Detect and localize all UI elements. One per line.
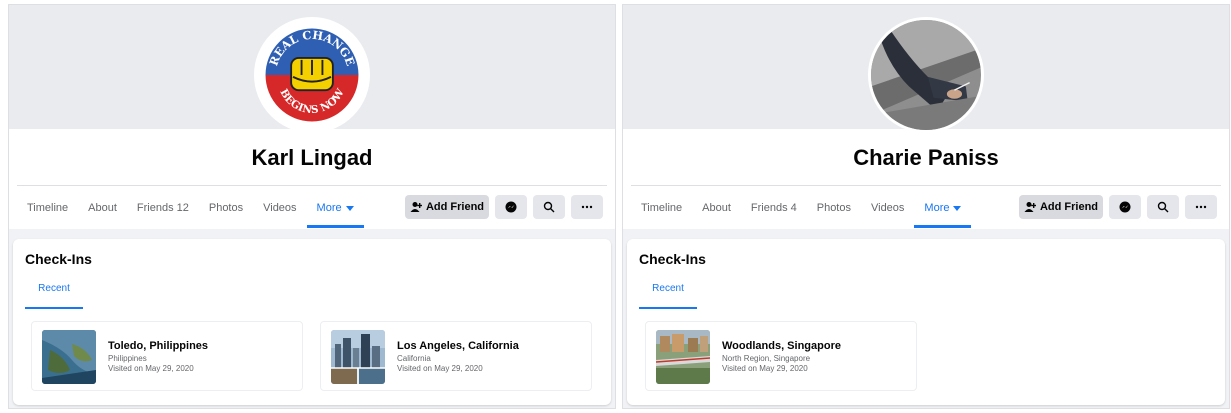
tab-recent[interactable]: Recent — [639, 275, 697, 309]
city-collage-photo-icon — [331, 330, 385, 384]
checkin-region: North Region, Singapore — [722, 354, 811, 363]
checkin-card[interactable]: Toledo, Philippines Philippines Visited … — [31, 321, 303, 391]
aerial-coast-photo-icon — [42, 330, 96, 384]
tab-friends[interactable]: Friends 4 — [741, 189, 807, 227]
messenger-button[interactable] — [495, 195, 527, 219]
more-options-button[interactable] — [1185, 195, 1217, 219]
add-friend-icon — [410, 202, 422, 212]
profile-actions: Add Friend — [405, 195, 603, 219]
tab-videos[interactable]: Videos — [253, 189, 306, 227]
train-city-photo-icon — [656, 330, 710, 384]
profile-panel-right: Charie Paniss Timeline About Friends 4 Ph… — [622, 4, 1230, 409]
checkins-section: Check-Ins Recent Woodlands, Singapore No… — [627, 239, 1225, 405]
messenger-icon — [1119, 201, 1131, 213]
tab-photos[interactable]: Photos — [807, 189, 861, 227]
add-friend-button[interactable]: Add Friend — [405, 195, 489, 219]
checkin-region: California — [397, 354, 431, 363]
profile-tabs: Timeline About Friends 4 Photos Videos Mo… — [631, 189, 972, 228]
caret-down-icon — [345, 205, 354, 211]
profile-avatar[interactable] — [868, 17, 984, 133]
add-friend-label: Add Friend — [1039, 201, 1099, 213]
search-icon — [543, 201, 555, 213]
tab-more[interactable]: More — [914, 189, 972, 228]
checkins-title: Check-Ins — [639, 251, 706, 267]
tab-videos[interactable]: Videos — [861, 189, 914, 227]
add-friend-label: Add Friend — [425, 201, 485, 213]
tab-about[interactable]: About — [692, 189, 741, 227]
messenger-button[interactable] — [1109, 195, 1141, 219]
tab-friends[interactable]: Friends 12 — [127, 189, 199, 227]
checkins-title: Check-Ins — [25, 251, 92, 267]
search-button[interactable] — [1147, 195, 1179, 219]
nav-divider — [17, 185, 607, 186]
tab-recent[interactable]: Recent — [25, 275, 83, 309]
checkin-title: Woodlands, Singapore — [722, 340, 841, 352]
tab-about[interactable]: About — [78, 189, 127, 227]
friends-count: 4 — [790, 202, 797, 214]
messenger-icon — [505, 201, 517, 213]
tab-timeline[interactable]: Timeline — [17, 189, 78, 227]
real-change-logo-icon: REAL CHANGE BEGINS NOW — [257, 20, 367, 130]
checkin-visited: Visited on May 29, 2020 — [108, 364, 194, 373]
checkins-section: Check-Ins Recent Toledo, Philippines Phi… — [13, 239, 611, 405]
checkin-visited: Visited on May 29, 2020 — [722, 364, 808, 373]
caret-down-icon — [953, 205, 962, 211]
profile-tabs: Timeline About Friends 12 Photos Videos M… — [17, 189, 364, 228]
search-icon — [1157, 201, 1169, 213]
profile-name: Karl Lingad — [251, 145, 373, 170]
checkin-card[interactable]: Los Angeles, California California Visit… — [320, 321, 592, 391]
nav-divider — [631, 185, 1221, 186]
add-friend-button[interactable]: Add Friend — [1019, 195, 1103, 219]
tab-more[interactable]: More — [306, 189, 364, 228]
ellipsis-icon — [1195, 205, 1207, 209]
checkin-title: Los Angeles, California — [397, 340, 519, 352]
ellipsis-icon — [581, 205, 593, 209]
profile-panel-left: REAL CHANGE BEGINS NOW Karl Lingad Timel… — [8, 4, 616, 409]
profile-name: Charie Paniss — [853, 145, 999, 170]
checkin-card[interactable]: Woodlands, Singapore North Region, Singa… — [645, 321, 917, 391]
person-sitting-photo-icon — [871, 20, 981, 130]
profile-actions: Add Friend — [1019, 195, 1217, 219]
more-options-button[interactable] — [571, 195, 603, 219]
search-button[interactable] — [533, 195, 565, 219]
checkin-title: Toledo, Philippines — [108, 340, 209, 352]
profile-avatar[interactable]: REAL CHANGE BEGINS NOW — [254, 17, 370, 133]
tab-photos[interactable]: Photos — [199, 189, 253, 227]
tab-timeline[interactable]: Timeline — [631, 189, 692, 227]
checkin-region: Philippines — [108, 354, 147, 363]
friends-count: 12 — [176, 202, 189, 214]
add-friend-icon — [1024, 202, 1036, 212]
checkin-visited: Visited on May 29, 2020 — [397, 364, 483, 373]
